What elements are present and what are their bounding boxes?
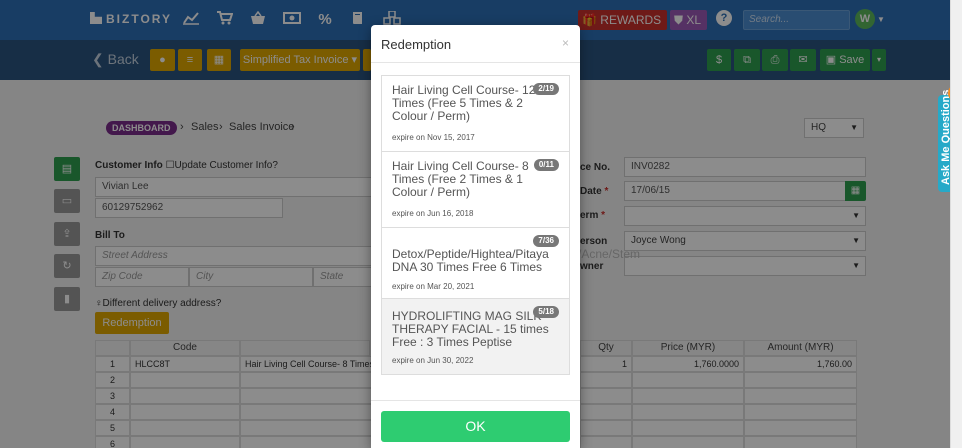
ok-button[interactable]: OK — [381, 411, 570, 442]
redemption-expiry: expire on Jun 30, 2022 — [392, 356, 474, 365]
redemption-count-badge: 2/19 — [533, 83, 559, 95]
redemption-item[interactable]: HYDROLIFTING MAG SILK THERAPY FACIAL - 1… — [382, 299, 569, 374]
close-icon[interactable]: × — [562, 36, 569, 50]
redemption-count-badge: 5/18 — [533, 306, 559, 318]
redemption-expiry: expire on Nov 15, 2017 — [392, 133, 475, 142]
redemption-count-badge: 7/36 — [533, 235, 559, 247]
redemption-count-badge: 0/11 — [533, 159, 559, 171]
redemption-modal: Redemption × Hair Living Cell Course- 12… — [371, 25, 580, 448]
modal-divider — [371, 400, 580, 401]
redemption-item[interactable]: Detox/Peptide/Hightea/Pitaya DNA 30 Time… — [382, 228, 569, 299]
redemption-list: Hair Living Cell Course- 12 Times (Free … — [381, 75, 570, 375]
redemption-item[interactable]: Hair Living Cell Course- 8 Times (Free 2… — [382, 152, 569, 228]
modal-divider — [371, 62, 580, 63]
redemption-item-name: Detox/Peptide/Hightea/Pitaya DNA 30 Time… — [392, 247, 549, 274]
modal-title: Redemption — [381, 37, 452, 52]
scrollbar[interactable] — [950, 0, 962, 448]
redemption-expiry: expire on Jun 16, 2018 — [392, 209, 474, 218]
redemption-expiry: expire on Mar 20, 2021 — [392, 282, 475, 291]
redemption-item[interactable]: Hair Living Cell Course- 12 Times (Free … — [382, 76, 569, 152]
